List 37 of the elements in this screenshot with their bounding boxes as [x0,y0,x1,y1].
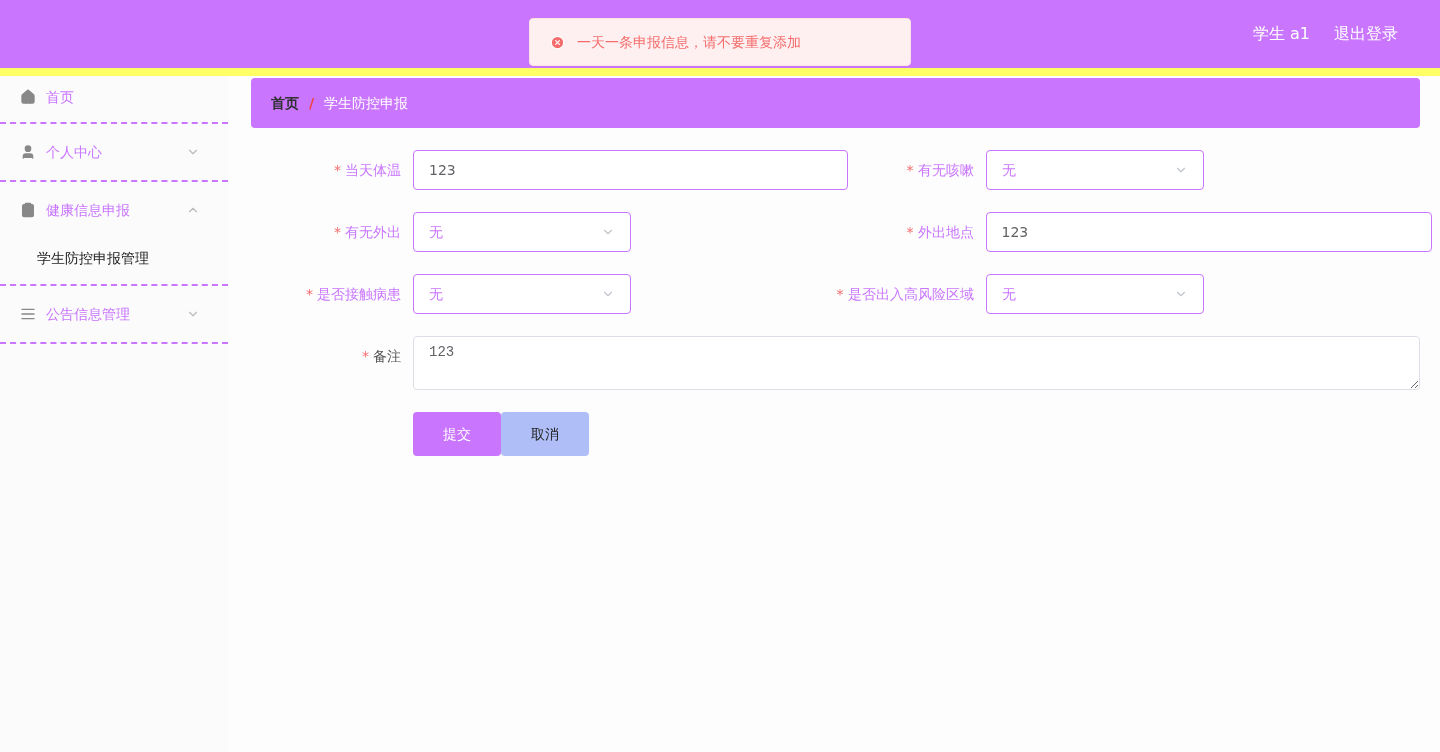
required-mark: * [334,222,341,242]
required-mark: * [906,160,914,180]
error-icon [550,34,565,50]
remark-field[interactable]: 123 [413,336,1420,390]
required-mark: * [362,346,369,366]
select-field[interactable]: 无 [985,150,1204,190]
field-label: 是否接触病患 [317,284,401,304]
breadcrumb-item[interactable]: 首页 [271,92,299,114]
select-field[interactable]: 无 [985,274,1204,314]
menu-item[interactable]: 公告信息管理 [0,286,228,342]
user-icon [20,144,36,160]
user-name: 学生 a1 [1252,23,1310,45]
list-icon [20,306,36,322]
breadcrumb-separator: / [309,93,315,113]
required-mark: * [334,160,341,180]
required-mark: * [836,284,844,304]
clipboard-icon [20,202,36,218]
cancel-button[interactable]: 取消 [501,412,589,456]
field-label: 有无外出 [345,222,401,242]
select-field[interactable]: 无 [413,212,631,252]
submit-button[interactable]: 提交 [413,412,501,456]
menu-item[interactable]: 首页 [0,76,228,122]
select-field[interactable]: 无 [413,274,631,314]
toast-message: 一天一条申报信息，请不要重复添加 [577,32,801,52]
field-label: 外出地点 [917,222,974,242]
home-icon [20,89,36,105]
required-mark: * [906,222,914,242]
field-label: 当天体温 [345,160,401,180]
text-field[interactable]: 123 [413,150,848,190]
required-mark: * [306,284,313,304]
field-label: 有无咳嗽 [917,160,974,180]
breadcrumb-item: 学生防控申报 [324,93,409,113]
field-label: 是否出入高风险区域 [847,284,974,304]
menu-item[interactable]: 个人中心 [0,124,228,180]
logout-link[interactable]: 退出登录 [1334,22,1398,46]
field-label: 备注 [373,346,401,366]
text-field[interactable]: 123 [985,212,1432,252]
